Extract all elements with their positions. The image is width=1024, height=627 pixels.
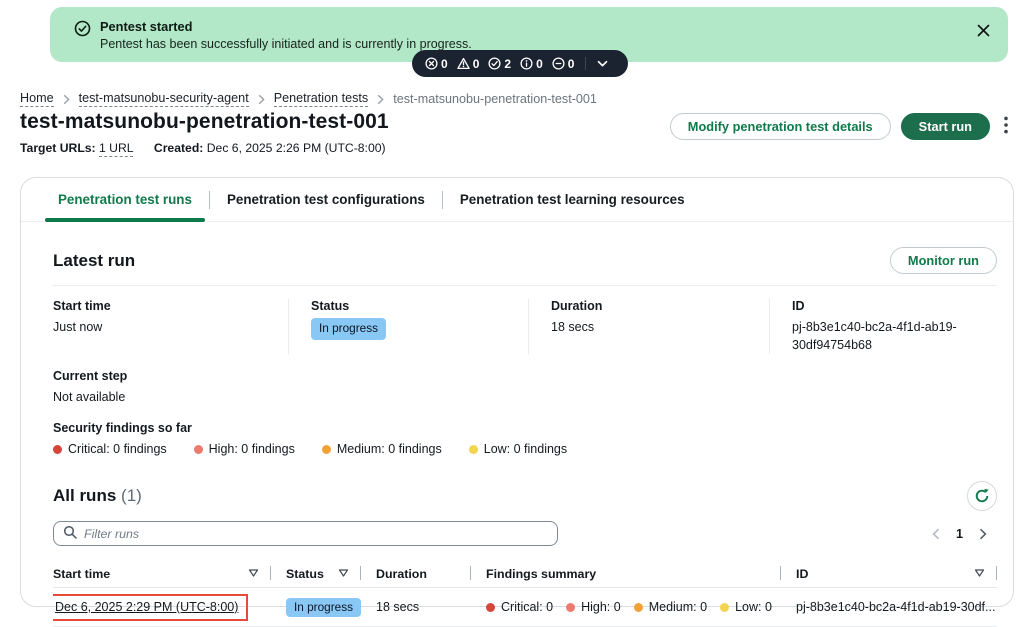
cell-findings-summary: Critical: 0 High: 0 Medium: 0 Low: 0 bbox=[471, 588, 781, 626]
field-start-time: Start time Just now bbox=[53, 299, 288, 354]
breadcrumb-security-agent[interactable]: test-matsunobu-security-agent bbox=[79, 91, 249, 107]
low-dot-icon bbox=[469, 445, 478, 454]
finding-high: High: 0 bbox=[566, 600, 621, 614]
next-page-icon[interactable] bbox=[977, 526, 989, 542]
column-header-id[interactable]: ID bbox=[781, 561, 997, 587]
chevron-right-icon bbox=[377, 94, 384, 105]
high-dot-icon bbox=[566, 603, 575, 612]
info-circle-icon bbox=[520, 57, 533, 70]
filter-input-box[interactable] bbox=[53, 521, 558, 546]
pill-info-count: 0 bbox=[520, 57, 543, 71]
latest-run-title: Latest run bbox=[53, 251, 135, 271]
finding-low: Low: 0 findings bbox=[469, 442, 567, 456]
divider bbox=[53, 285, 997, 286]
chevron-right-icon bbox=[63, 94, 70, 105]
refresh-icon[interactable] bbox=[967, 481, 997, 511]
column-header-duration[interactable]: Duration bbox=[361, 561, 471, 587]
critical-dot-icon bbox=[53, 445, 62, 454]
chevron-down-icon[interactable] bbox=[597, 60, 608, 68]
medium-dot-icon bbox=[322, 445, 331, 454]
chevron-right-icon bbox=[258, 94, 265, 105]
created-label: Created: bbox=[154, 141, 203, 155]
finding-high: High: 0 findings bbox=[194, 442, 295, 456]
cell-duration: 18 secs bbox=[361, 588, 471, 626]
status-badge: In progress bbox=[311, 318, 386, 340]
current-step: Current step Not available bbox=[53, 369, 997, 406]
modify-test-button[interactable]: Modify penetration test details bbox=[670, 113, 891, 140]
header-actions: Modify penetration test details Start ru… bbox=[670, 113, 1012, 140]
pill-success-count: 2 bbox=[488, 57, 511, 71]
target-urls-link[interactable]: 1 URL bbox=[99, 141, 133, 157]
close-icon[interactable] bbox=[973, 20, 994, 44]
field-id: ID pj-8b3e1c40-bc2a-4f1d-ab19-30df94754b… bbox=[769, 299, 997, 354]
field-duration: Duration 18 secs bbox=[528, 299, 769, 354]
field-status: Status In progress bbox=[288, 299, 528, 354]
success-circle-icon bbox=[488, 57, 501, 70]
sort-icon[interactable] bbox=[248, 567, 259, 581]
all-runs-count: (1) bbox=[121, 486, 142, 505]
kebab-menu-icon[interactable] bbox=[1000, 114, 1012, 139]
security-findings: Security findings so far Critical: 0 fin… bbox=[53, 421, 997, 456]
tab-bar: Penetration test runs Penetration test c… bbox=[21, 178, 1013, 222]
runs-table-header: Start time Status Duration Findings summ… bbox=[53, 561, 997, 588]
status-badge: In progress bbox=[286, 598, 361, 617]
cell-id: pj-8b3e1c40-bc2a-4f1d-ab19-30df... bbox=[781, 588, 997, 626]
pill-error-count: 0 bbox=[425, 57, 448, 71]
tab-penetration-test-configurations[interactable]: Penetration test configurations bbox=[210, 178, 442, 221]
monitor-run-button[interactable]: Monitor run bbox=[890, 247, 997, 274]
banner-title: Pentest started bbox=[100, 19, 192, 34]
sort-icon[interactable] bbox=[338, 567, 349, 581]
all-runs-header: All runs (1) bbox=[53, 481, 997, 511]
low-dot-icon bbox=[720, 603, 729, 612]
success-check-icon bbox=[74, 20, 91, 40]
search-icon bbox=[63, 525, 77, 542]
cell-status: In progress bbox=[271, 588, 361, 626]
table-row: Dec 6, 2025 2:29 PM (UTC-8:00) In progre… bbox=[53, 588, 997, 627]
run-start-time-link[interactable]: Dec 6, 2025 2:29 PM (UTC-8:00) bbox=[55, 600, 238, 614]
banner-message: Pentest has been successfully initiated … bbox=[100, 37, 472, 51]
sort-icon[interactable] bbox=[974, 567, 985, 581]
pill-pending-count: 0 bbox=[552, 57, 575, 71]
page-meta: Target URLs: 1 URL Created: Dec 6, 2025 … bbox=[20, 141, 1012, 155]
divider bbox=[585, 57, 586, 70]
breadcrumb-current: test-matsunobu-penetration-test-001 bbox=[393, 92, 597, 106]
column-header-status[interactable]: Status bbox=[271, 561, 361, 587]
latest-run-fields: Start time Just now Status In progress D… bbox=[53, 299, 997, 354]
column-header-findings-summary[interactable]: Findings summary bbox=[471, 561, 781, 587]
page-number: 1 bbox=[956, 527, 963, 541]
medium-dot-icon bbox=[634, 603, 643, 612]
breadcrumb-penetration-tests[interactable]: Penetration tests bbox=[274, 91, 369, 107]
pill-warning-count: 0 bbox=[457, 57, 480, 71]
latest-run-header: Latest run Monitor run bbox=[53, 247, 997, 274]
error-circle-icon bbox=[425, 57, 438, 70]
finding-low: Low: 0 bbox=[720, 600, 772, 614]
high-dot-icon bbox=[194, 445, 203, 454]
previous-page-icon[interactable] bbox=[930, 526, 942, 542]
finding-medium: Medium: 0 findings bbox=[322, 442, 442, 456]
finding-critical: Critical: 0 bbox=[486, 600, 553, 614]
runs-toolbar: 1 bbox=[53, 521, 997, 546]
critical-dot-icon bbox=[486, 603, 495, 612]
all-runs-title: All runs (1) bbox=[53, 486, 142, 506]
annotation-highlight-box: Dec 6, 2025 2:29 PM (UTC-8:00) bbox=[53, 594, 248, 621]
finding-medium: Medium: 0 bbox=[634, 600, 707, 614]
pending-circle-icon bbox=[552, 57, 565, 70]
filter-runs-input[interactable] bbox=[84, 527, 548, 541]
breadcrumb-home[interactable]: Home bbox=[20, 91, 54, 107]
warning-triangle-icon bbox=[457, 57, 470, 70]
finding-critical: Critical: 0 findings bbox=[53, 442, 167, 456]
column-header-start-time[interactable]: Start time bbox=[53, 561, 271, 587]
tab-penetration-test-learning-resources[interactable]: Penetration test learning resources bbox=[443, 178, 702, 221]
created-value: Dec 6, 2025 2:26 PM (UTC-8:00) bbox=[207, 141, 386, 155]
tab-penetration-test-runs[interactable]: Penetration test runs bbox=[41, 178, 209, 221]
pagination: 1 bbox=[930, 526, 997, 542]
notifications-pill[interactable]: 0 0 2 0 0 bbox=[412, 50, 628, 77]
breadcrumb: Home test-matsunobu-security-agent Penet… bbox=[20, 91, 597, 107]
cell-start-time: Dec 6, 2025 2:29 PM (UTC-8:00) bbox=[53, 588, 271, 626]
start-run-button[interactable]: Start run bbox=[901, 113, 990, 140]
page-header: test-matsunobu-penetration-test-001 Targ… bbox=[20, 110, 1012, 155]
target-urls-label: Target URLs: bbox=[20, 141, 96, 155]
main-card: Penetration test runs Penetration test c… bbox=[20, 177, 1014, 607]
